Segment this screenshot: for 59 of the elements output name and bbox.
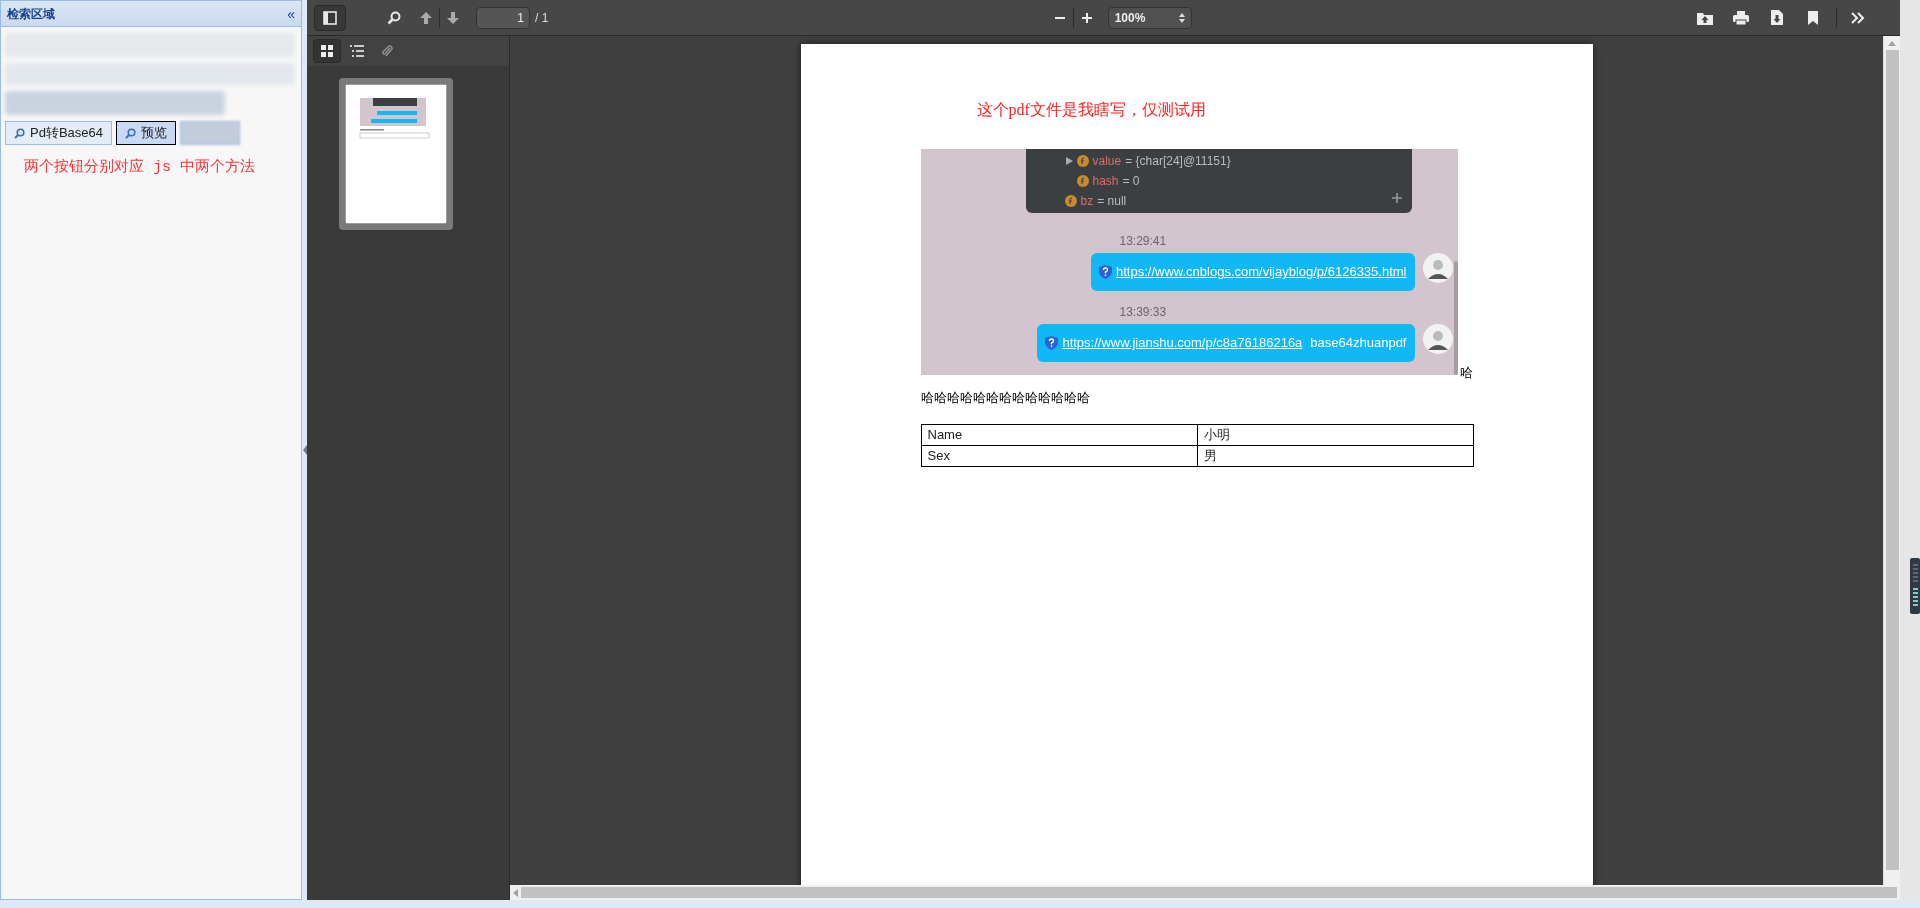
variable-name: bz (1080, 193, 1094, 210)
expand-arrow-icon[interactable] (1065, 157, 1073, 165)
toolbar-button[interactable]: Pd转Base64 (5, 121, 112, 145)
message-time: 13:39:33 (1119, 304, 1167, 320)
sidebar-toggle-button[interactable] (314, 4, 346, 31)
toolbar-button[interactable]: 预览 (116, 121, 176, 145)
table-cell: 男 (1197, 445, 1473, 466)
avatar (1422, 253, 1453, 283)
grid-icon (321, 45, 333, 57)
outer-scrollbar[interactable] (1900, 0, 1920, 900)
body-text: 哈 (1459, 366, 1473, 379)
table-cell: Name (921, 424, 1197, 445)
widget-tab-icon[interactable] (1910, 558, 1920, 614)
down-arrow-icon (446, 10, 460, 25)
add-icon (1390, 192, 1403, 204)
document-heading: 这个pdf文件是我瞎写，仅测试用 (976, 100, 1207, 121)
horizontal-scrollbar[interactable] (510, 885, 1900, 900)
scrollbar-thumb[interactable] (521, 887, 1897, 898)
plus-icon (1080, 11, 1093, 24)
zoom-select[interactable]: 100% (1107, 6, 1192, 29)
page-count: / 1 (535, 9, 549, 27)
search-icon (125, 127, 136, 139)
page-number-field[interactable]: 1 (476, 6, 530, 29)
vertical-scrollbar[interactable] (1883, 36, 1900, 885)
scrollbar-thumb[interactable] (1885, 50, 1899, 870)
table-cell: Sex (921, 445, 1197, 466)
shield-question-icon (1099, 265, 1112, 279)
field-icon (1076, 155, 1089, 167)
paperclip-icon (381, 44, 393, 58)
avatar (1422, 324, 1453, 354)
bookmark-icon (1808, 10, 1818, 25)
up-arrow-icon (419, 10, 433, 25)
search-icon (14, 127, 25, 139)
double-chevron-icon (1851, 11, 1865, 24)
variable-name: hash (1092, 173, 1119, 190)
panel-title: 检索区域 (7, 5, 55, 23)
printer-icon (1733, 10, 1749, 25)
sidebar-tab[interactable] (313, 39, 341, 63)
table-cell: 小明 (1197, 424, 1473, 445)
field-icon (1076, 175, 1089, 187)
collapse-button[interactable]: « (287, 6, 295, 21)
folder-upload-icon (1697, 10, 1713, 25)
field-icon (1064, 195, 1077, 207)
variable-value: = {char[24]@11151} (1125, 153, 1231, 170)
collapse-arrow-icon (302, 445, 307, 455)
shield-question-icon (1045, 336, 1059, 350)
body-text: 哈哈哈哈哈哈哈哈哈哈哈哈哈 (920, 389, 1091, 407)
document-download-icon (1771, 10, 1783, 25)
sidebar-icon (323, 10, 337, 25)
page-thumbnail[interactable] (338, 78, 453, 230)
search-icon (387, 10, 401, 25)
variable-name: value (1092, 153, 1122, 170)
list-icon (350, 45, 364, 57)
note-text: 两个按钮分别对应 js 中两个方法 (24, 157, 256, 178)
spinner-arrows-icon (1178, 12, 1185, 23)
message-time: 13:29:41 (1119, 233, 1167, 249)
message-text: base64zhuanpdf (1310, 334, 1407, 353)
variable-value: = null (1097, 193, 1127, 210)
variable-value: = 0 (1122, 173, 1140, 190)
